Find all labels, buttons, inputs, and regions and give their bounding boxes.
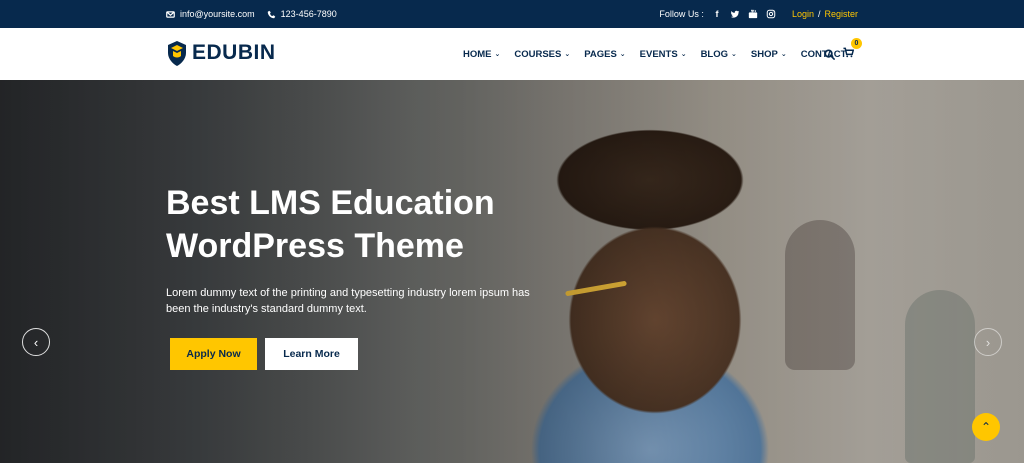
slider-prev-button[interactable]: ‹	[22, 328, 50, 356]
email-contact[interactable]: info@yoursite.com	[166, 9, 255, 19]
chevron-down-icon: ⌄	[494, 51, 501, 58]
slider-next-button[interactable]: ›	[974, 328, 1002, 356]
facebook-icon[interactable]: f	[712, 9, 722, 19]
follow-label: Follow Us :	[659, 9, 704, 19]
back-to-top-button[interactable]: ⌃	[972, 413, 1000, 441]
phone-icon	[267, 10, 275, 18]
top-bar-right: Follow Us : f Login / Register	[659, 0, 858, 28]
shield-cap-icon	[168, 41, 186, 66]
search-icon[interactable]	[824, 48, 835, 60]
cart-icon	[843, 47, 855, 58]
chevron-down-icon: ⌄	[564, 51, 571, 58]
nav-item-home[interactable]: HOME ⌄	[463, 49, 500, 60]
chevron-down-icon: ⌄	[680, 51, 687, 58]
chevron-down-icon: ⌄	[780, 51, 787, 58]
nav-tools: 0	[824, 28, 862, 80]
hero-title: Best LMS Education WordPress Theme	[166, 182, 586, 268]
phone-contact[interactable]: 123-456-7890	[267, 9, 337, 19]
cart-count-badge: 0	[851, 38, 862, 49]
phone-text: 123-456-7890	[280, 9, 337, 19]
social-links: f	[712, 9, 776, 19]
chevron-right-icon: ›	[985, 334, 991, 350]
learn-more-button[interactable]: Learn More	[265, 338, 358, 370]
nav-item-events[interactable]: EVENTS ⌄	[640, 49, 687, 60]
site-logo[interactable]: EDUBIN	[166, 38, 276, 68]
auth-links: Login / Register	[792, 9, 858, 19]
nav-item-shop[interactable]: SHOP ⌄	[751, 49, 787, 60]
youtube-icon[interactable]	[748, 9, 758, 19]
email-text: info@yoursite.com	[180, 9, 255, 19]
main-navigation: EDUBIN HOME ⌄ COURSES ⌄ PAGES ⌄ EVENTS ⌄ BLO…	[0, 28, 1024, 80]
chevron-up-icon: ⌃	[980, 420, 992, 434]
hero-title-line1: Best LMS Education	[166, 184, 495, 222]
nav-item-blog[interactable]: BLOG ⌄	[701, 49, 737, 60]
logo-text: EDUBIN	[192, 41, 276, 64]
top-bar: info@yoursite.com 123-456-7890 Follow Us…	[0, 0, 1024, 28]
instagram-icon[interactable]	[766, 9, 776, 19]
chevron-left-icon: ‹	[33, 334, 39, 350]
auth-separator: /	[817, 9, 821, 19]
twitter-icon[interactable]	[730, 9, 740, 19]
nav-menu: HOME ⌄ COURSES ⌄ PAGES ⌄ EVENTS ⌄ BLOG ⌄ SHOP…	[463, 28, 846, 80]
cart-button[interactable]: 0	[843, 38, 862, 63]
apply-now-button[interactable]: Apply Now	[170, 338, 257, 370]
login-link[interactable]: Login	[792, 9, 814, 19]
nav-item-courses[interactable]: COURSES ⌄	[514, 49, 570, 60]
chevron-down-icon: ⌄	[619, 51, 626, 58]
chevron-down-icon: ⌄	[731, 51, 737, 58]
envelope-icon	[166, 10, 175, 18]
register-link[interactable]: Register	[824, 9, 858, 19]
hero-description: Lorem dummy text of the printing and typ…	[166, 287, 530, 315]
hero-title-line2: WordPress Theme	[166, 227, 464, 265]
nav-item-pages[interactable]: PAGES ⌄	[584, 49, 625, 60]
contact-info: info@yoursite.com 123-456-7890	[166, 0, 337, 28]
hero-slider: Best LMS Education WordPress Theme Lorem…	[0, 80, 1024, 463]
hero-overlay	[0, 80, 1024, 463]
